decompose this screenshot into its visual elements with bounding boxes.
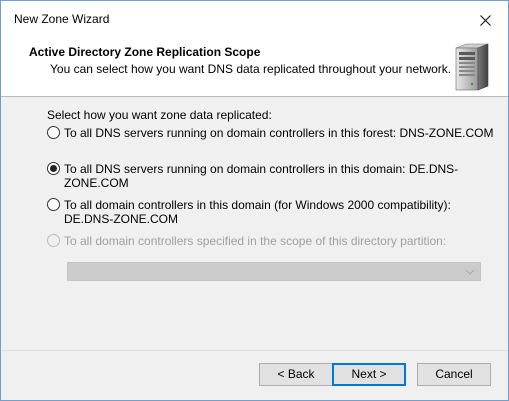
radio-domain[interactable] <box>47 162 60 175</box>
radio-win2000[interactable] <box>47 198 60 211</box>
option-win2000[interactable]: To all domain controllers in this domain… <box>47 198 451 226</box>
wizard-window: New Zone Wizard Active Directory Zone Re… <box>0 0 509 401</box>
option-domain[interactable]: To all DNS servers running on domain con… <box>47 162 508 190</box>
option-win2000-label: To all domain controllers in this domain… <box>64 198 451 226</box>
chevron-down-icon <box>465 269 475 275</box>
option-forest-label: To all DNS servers running on domain con… <box>64 126 494 140</box>
title-bar: New Zone Wizard <box>1 1 508 39</box>
cancel-button[interactable]: Cancel <box>417 363 491 386</box>
server-icon <box>455 43 489 91</box>
partition-dropdown[interactable] <box>67 262 481 281</box>
page-subtitle: You can select how you want DNS data rep… <box>50 62 452 76</box>
replication-prompt: Select how you want zone data replicated… <box>47 108 272 122</box>
option-partition[interactable]: To all domain controllers specified in t… <box>47 234 446 248</box>
option-domain-label: To all DNS servers running on domain con… <box>64 162 459 190</box>
wizard-header: Active Directory Zone Replication Scope … <box>1 39 508 97</box>
option-partition-label: To all domain controllers specified in t… <box>64 234 447 248</box>
option-forest[interactable]: To all DNS servers running on domain con… <box>47 126 493 140</box>
radio-forest[interactable] <box>47 126 60 139</box>
next-button[interactable]: Next > <box>332 363 406 386</box>
footer-divider <box>1 350 508 351</box>
close-button[interactable] <box>462 1 508 39</box>
close-icon <box>479 14 491 26</box>
option-win2000-line2: DE.DNS-ZONE.COM <box>64 212 178 226</box>
window-title: New Zone Wizard <box>14 12 110 26</box>
radio-partition[interactable] <box>47 234 60 247</box>
back-button[interactable]: < Back <box>259 363 333 386</box>
page-title: Active Directory Zone Replication Scope <box>29 45 261 59</box>
option-win2000-line1: To all domain controllers in this domain… <box>64 198 451 212</box>
